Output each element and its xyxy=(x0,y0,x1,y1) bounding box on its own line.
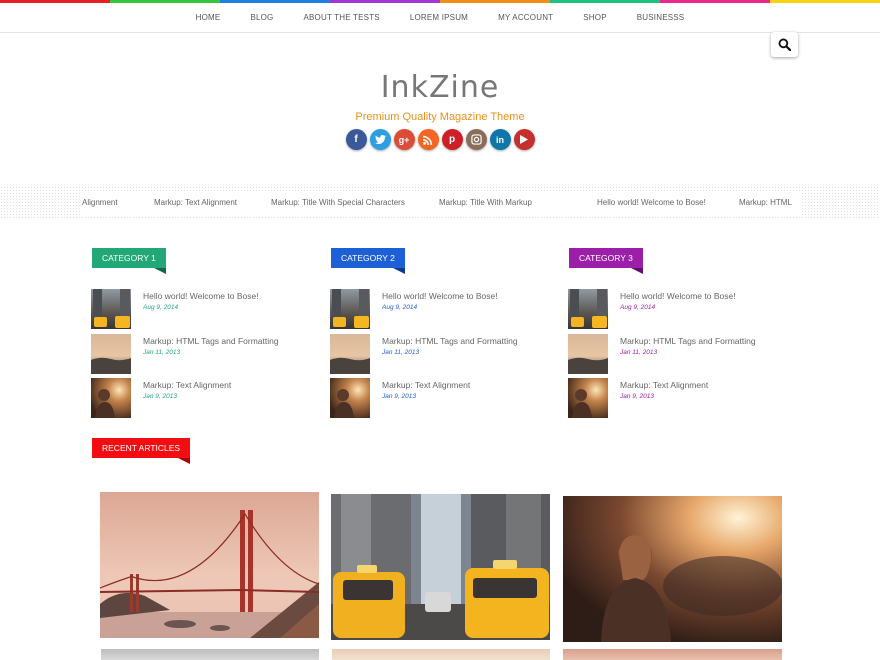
news-ticker: t Alignment Markup: Text Alignment Marku… xyxy=(80,191,800,215)
ticker-item[interactable]: Markup: Title With Markup xyxy=(439,198,532,207)
nav-item-home[interactable]: HOME xyxy=(196,13,221,22)
thumbnail-city-taxis[interactable] xyxy=(568,289,608,329)
youtube-icon[interactable] xyxy=(513,129,535,150)
thumbnail-city-taxis[interactable] xyxy=(330,289,370,329)
post-title[interactable]: Hello world! Welcome to Bose! xyxy=(382,291,498,301)
category-1-label[interactable]: CATEGORY 1 xyxy=(92,248,166,274)
article-image-golden-gate-bridge[interactable] xyxy=(100,492,319,638)
nav-item-shop[interactable]: SHOP xyxy=(583,13,606,22)
rss-icon[interactable] xyxy=(417,129,439,150)
ticker-item[interactable]: Hello world! Welcome to Bose! xyxy=(597,198,706,207)
nav-item-businesss[interactable]: BUSINESSS xyxy=(637,13,685,22)
ticker-item[interactable]: Markup: HTML xyxy=(739,198,792,207)
social-icons: f g+ p in xyxy=(0,129,880,150)
thumbnail-sunset-landscape[interactable] xyxy=(568,334,608,374)
thumbnail-city-taxis[interactable] xyxy=(91,289,131,329)
nav-item-about-the-tests[interactable]: ABOUT THE TESTS xyxy=(303,13,379,22)
post-title[interactable]: Hello world! Welcome to Bose! xyxy=(143,291,259,301)
ticker-item[interactable]: t Alignment xyxy=(80,198,118,207)
post-title[interactable]: Markup: Text Alignment xyxy=(620,380,708,390)
article-image-partial[interactable] xyxy=(332,649,550,660)
thumbnail-person-sunlight[interactable] xyxy=(91,378,131,418)
instagram-icon[interactable] xyxy=(465,129,487,150)
category-3-post-1[interactable]: Hello world! Welcome to Bose! Aug 9, 201… xyxy=(568,289,798,329)
nav-item-my-account[interactable]: MY ACCOUNT xyxy=(498,13,553,22)
category-1-post-3[interactable]: Markup: Text Alignment Jan 9, 2013 xyxy=(91,378,321,418)
facebook-icon[interactable]: f xyxy=(345,129,367,150)
linkedin-icon[interactable]: in xyxy=(489,129,511,150)
recent-articles-label: RECENT ARTICLES xyxy=(92,438,191,464)
article-image-partial[interactable] xyxy=(563,649,782,660)
category-2-post-1[interactable]: Hello world! Welcome to Bose! Aug 9, 201… xyxy=(330,289,560,329)
google-plus-icon[interactable]: g+ xyxy=(393,129,415,150)
category-3-label[interactable]: CATEGORY 3 xyxy=(569,248,643,274)
post-title[interactable]: Hello world! Welcome to Bose! xyxy=(620,291,736,301)
post-date: Aug 9, 2014 xyxy=(620,304,656,311)
article-image-city-taxis[interactable] xyxy=(331,494,550,640)
category-2-label[interactable]: CATEGORY 2 xyxy=(331,248,405,274)
pinterest-icon[interactable]: p xyxy=(441,129,463,150)
post-title[interactable]: Markup: Text Alignment xyxy=(382,380,470,390)
search-icon xyxy=(778,38,791,51)
search-button[interactable] xyxy=(771,32,798,57)
thumbnail-sunset-landscape[interactable] xyxy=(330,334,370,374)
post-date: Jan 9, 2013 xyxy=(143,393,177,400)
category-2-post-3[interactable]: Markup: Text Alignment Jan 9, 2013 xyxy=(330,378,560,418)
category-1-post-2[interactable]: Markup: HTML Tags and Formatting Jan 11,… xyxy=(91,334,321,374)
twitter-icon[interactable] xyxy=(369,129,391,150)
category-2-post-2[interactable]: Markup: HTML Tags and Formatting Jan 11,… xyxy=(330,334,560,374)
ticker-item[interactable]: Markup: Title With Special Characters xyxy=(271,198,405,207)
post-date: Jan 9, 2013 xyxy=(382,393,416,400)
category-3-post-2[interactable]: Markup: HTML Tags and Formatting Jan 11,… xyxy=(568,334,798,374)
thumbnail-sunset-landscape[interactable] xyxy=(91,334,131,374)
post-date: Jan 11, 2013 xyxy=(143,349,181,356)
thumbnail-person-sunlight[interactable] xyxy=(330,378,370,418)
post-date: Aug 9, 2014 xyxy=(143,304,179,311)
article-image-partial[interactable] xyxy=(101,649,319,660)
post-title[interactable]: Markup: Text Alignment xyxy=(143,380,231,390)
site-title[interactable]: InkZine xyxy=(0,70,880,105)
post-title[interactable]: Markup: HTML Tags and Formatting xyxy=(620,336,756,346)
post-date: Jan 9, 2013 xyxy=(620,393,654,400)
post-date: Jan 11, 2013 xyxy=(382,349,420,356)
nav-item-lorem-ipsum[interactable]: LOREM IPSUM xyxy=(410,13,468,22)
main-nav: HOME BLOG ABOUT THE TESTS LOREM IPSUM MY… xyxy=(0,3,880,33)
site-tagline: Premium Quality Magazine Theme xyxy=(355,111,525,123)
category-3-post-3[interactable]: Markup: Text Alignment Jan 9, 2013 xyxy=(568,378,798,418)
nav-item-blog[interactable]: BLOG xyxy=(250,13,273,22)
article-image-woman-sunset[interactable] xyxy=(563,496,782,642)
post-title[interactable]: Markup: HTML Tags and Formatting xyxy=(143,336,279,346)
ticker-item[interactable]: Markup: Text Alignment xyxy=(154,198,237,207)
post-title[interactable]: Markup: HTML Tags and Formatting xyxy=(382,336,518,346)
post-date: Jan 11, 2013 xyxy=(620,349,658,356)
category-1-post-1[interactable]: Hello world! Welcome to Bose! Aug 9, 201… xyxy=(91,289,321,329)
post-date: Aug 9, 2014 xyxy=(382,304,418,311)
thumbnail-person-sunlight[interactable] xyxy=(568,378,608,418)
